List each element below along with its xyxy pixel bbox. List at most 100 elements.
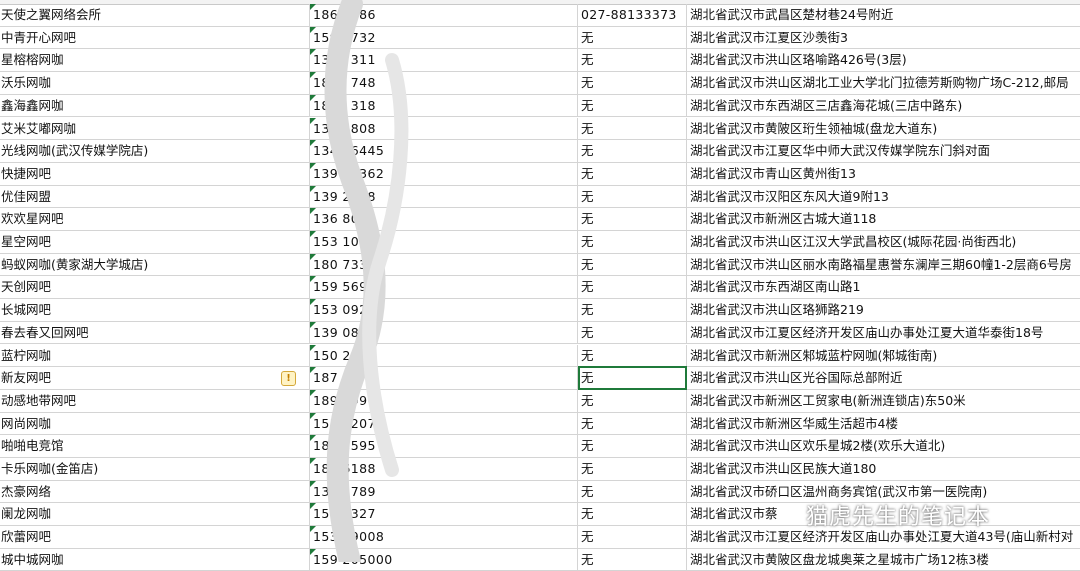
phone-cell[interactable]: 无: [578, 26, 687, 50]
mobile-cell[interactable]: 1898 748: [310, 72, 578, 95]
phone-cell[interactable]: 无: [578, 49, 687, 73]
mobile-cell[interactable]: 188 8595: [310, 435, 578, 458]
mobile-cell[interactable]: 180 7332: [310, 253, 578, 277]
table-row: 蚂蚁网咖(黄家湖大学城店) 180 7332 无湖北省武汉市洪山区丽水南路福星惠誉东…: [0, 253, 1080, 277]
mobile-cell[interactable]: 180 6188: [310, 458, 578, 481]
name-cell[interactable]: 网尚网咖: [0, 412, 310, 436]
address-cell[interactable]: 湖北省武汉市洪山区珞狮路219: [687, 299, 1080, 322]
mobile-cell[interactable]: 139 5789: [310, 480, 578, 504]
phone-cell[interactable]: 无: [578, 458, 687, 481]
phone-cell[interactable]: 无: [578, 480, 687, 504]
phone-cell[interactable]: 无: [578, 253, 687, 277]
name-cell[interactable]: 优佳网盟: [0, 185, 310, 209]
address-cell[interactable]: 湖北省武汉市洪山区珞喻路426号(3层): [687, 49, 1080, 72]
mobile-cell[interactable]: 1534 9008: [310, 526, 578, 549]
name-cell[interactable]: 鑫海鑫网咖: [0, 94, 310, 118]
name-cell[interactable]: 蓝柠网咖: [0, 344, 310, 368]
name-cell[interactable]: 啪啪电竞馆: [0, 435, 310, 458]
address-cell[interactable]: 湖北省武汉市新洲区工贸家电(新洲连锁店)东50米: [687, 390, 1080, 413]
address-cell[interactable]: 湖北省武汉市洪山区民族大道180: [687, 458, 1080, 481]
name-cell[interactable]: 天创网吧: [0, 276, 310, 300]
phone-cell[interactable]: 无: [578, 140, 687, 163]
phone-cell[interactable]: 无: [578, 117, 687, 141]
address-cell[interactable]: 湖北省武汉市江夏区华中师大武汉传媒学院东门斜对面: [687, 140, 1080, 163]
mobile-cell[interactable]: 136 8070: [310, 208, 578, 231]
name-cell[interactable]: 艾米艾嘟网咖: [0, 117, 310, 141]
name-cell[interactable]: 星榕榕网咖: [0, 49, 310, 73]
phone-cell[interactable]: 无: [578, 412, 687, 436]
name-cell[interactable]: 沃乐网咖: [0, 72, 310, 95]
address-cell[interactable]: 湖北省武汉市新洲区华威生活超市4楼: [687, 413, 1080, 436]
address-cell[interactable]: 湖北省武汉市东西湖区南山路1: [687, 276, 1080, 299]
address-cell[interactable]: 湖北省武汉市新洲区古城大道118: [687, 208, 1080, 231]
phone-cell[interactable]: 无: [578, 231, 687, 254]
address-cell[interactable]: 湖北省武汉市新洲区邾城蓝柠网咖(邾城街南): [687, 345, 1080, 368]
mobile-cell[interactable]: 189 2990: [310, 389, 578, 413]
address-cell[interactable]: 湖北省武汉市洪山区光谷国际总部附近: [687, 367, 1080, 390]
address-cell[interactable]: 湖北省武汉市黄陂区盘龙城奥莱之星城市广场12栋3楼: [687, 549, 1080, 571]
address-cell[interactable]: 湖北省武汉市洪山区江汉大学武昌校区(城际花园·尚街西北): [687, 231, 1080, 254]
mobile-cell[interactable]: 139 2148: [310, 185, 578, 209]
mobile-cell[interactable]: 1863 586: [310, 4, 578, 27]
phone-cell[interactable]: 无: [578, 321, 687, 345]
phone-cell[interactable]: 027-88133373: [578, 4, 687, 27]
mobile-cell[interactable]: 1592 732: [310, 26, 578, 50]
name-cell[interactable]: 春去春又回网吧: [0, 321, 310, 345]
phone-cell[interactable]: 无: [578, 526, 687, 549]
mobile-cell[interactable]: 1351 311: [310, 49, 578, 73]
name-cell[interactable]: 快捷网吧: [0, 162, 310, 186]
mobile-cell[interactable]: 153 1060: [310, 231, 578, 254]
name-cell[interactable]: 星空网吧: [0, 231, 310, 254]
name-cell[interactable]: 中青开心网吧: [0, 26, 310, 50]
address-cell[interactable]: 湖北省武汉市洪山区湖北工业大学北门拉德芳斯购物广场C-212,邮局: [687, 72, 1080, 95]
phone-cell[interactable]: 无: [578, 548, 687, 571]
address-cell[interactable]: 湖北省武汉市黄陂区珩生领袖城(盘龙大道东): [687, 118, 1080, 141]
phone-cell[interactable]: 无: [578, 503, 687, 527]
address-cell[interactable]: 湖北省武汉市江夏区经济开发区庙山办事处江夏大道华泰街18号: [687, 322, 1080, 345]
phone-cell[interactable]: 无: [578, 276, 687, 300]
mobile-cell[interactable]: 159 5690: [310, 276, 578, 300]
name-cell[interactable]: 动感地带网吧: [0, 389, 310, 413]
name-cell[interactable]: 杰豪网络: [0, 480, 310, 504]
name-cell[interactable]: 城中城网咖: [0, 548, 310, 571]
mobile-cell[interactable]: 1341 6445: [310, 140, 578, 163]
address-cell[interactable]: 湖北省武汉市武昌区楚材巷24号附近: [687, 4, 1080, 27]
name-cell[interactable]: 天使之翼网络会所: [0, 4, 310, 27]
phone-cell[interactable]: 无: [578, 344, 687, 368]
warning-icon[interactable]: !: [281, 370, 296, 386]
address-cell[interactable]: 湖北省武汉市青山区黄州街13: [687, 163, 1080, 186]
name-cell[interactable]: 欢欢星网吧: [0, 208, 310, 231]
name-cell[interactable]: 光线网咖(武汉传媒学院店): [0, 140, 310, 163]
phone-cell[interactable]: 无: [578, 208, 687, 231]
address-cell[interactable]: 湖北省武汉市江夏区沙羡街3: [687, 27, 1080, 50]
name-cell[interactable]: 阑龙网咖: [0, 503, 310, 527]
mobile-cell[interactable]: 139 94362: [310, 162, 578, 186]
mobile-cell[interactable]: 187 1875: [310, 367, 578, 390]
mobile-cell[interactable]: 1354 808: [310, 117, 578, 141]
name-cell[interactable]: 长城网吧: [0, 299, 310, 322]
mobile-cell[interactable]: 1898 318: [310, 94, 578, 118]
phone-cell[interactable]: 无: [578, 94, 687, 118]
mobile-cell[interactable]: 153 0928: [310, 299, 578, 322]
address-cell[interactable]: 湖北省武汉市洪山区欢乐星城2楼(欢乐大道北): [687, 435, 1080, 458]
phone-cell[interactable]: 无: [578, 72, 687, 95]
number-as-text-indicator-icon: [310, 26, 316, 33]
phone-cell[interactable]: 无: [578, 299, 687, 322]
mobile-cell[interactable]: 139 0894: [310, 321, 578, 345]
phone-cell[interactable]: 无: [578, 162, 687, 186]
mobile-cell[interactable]: 150 2606: [310, 344, 578, 368]
address-cell[interactable]: 湖北省武汉市东西湖区三店鑫海花城(三店中路东): [687, 95, 1080, 118]
phone-cell[interactable]: 无: [578, 185, 687, 209]
name-cell[interactable]: 新友网吧: [0, 367, 310, 390]
mobile-cell[interactable]: 153 3327: [310, 503, 578, 527]
name-cell[interactable]: 卡乐网咖(金笛店): [0, 458, 310, 481]
name-cell[interactable]: 蚂蚁网咖(黄家湖大学城店): [0, 253, 310, 277]
phone-cell[interactable]: 无: [578, 389, 687, 413]
mobile-cell[interactable]: 153 2207: [310, 412, 578, 436]
phone-cell[interactable]: 无: [578, 435, 687, 458]
name-cell[interactable]: 欣蕾网吧: [0, 526, 310, 549]
mobile-cell[interactable]: 159 205000: [310, 548, 578, 571]
address-cell[interactable]: 湖北省武汉市汉阳区东风大道9附13: [687, 186, 1080, 209]
selected-cell[interactable]: [578, 366, 687, 391]
address-cell[interactable]: 湖北省武汉市洪山区丽水南路福星惠誉东澜岸三期60幢1-2层商6号房: [687, 254, 1080, 277]
